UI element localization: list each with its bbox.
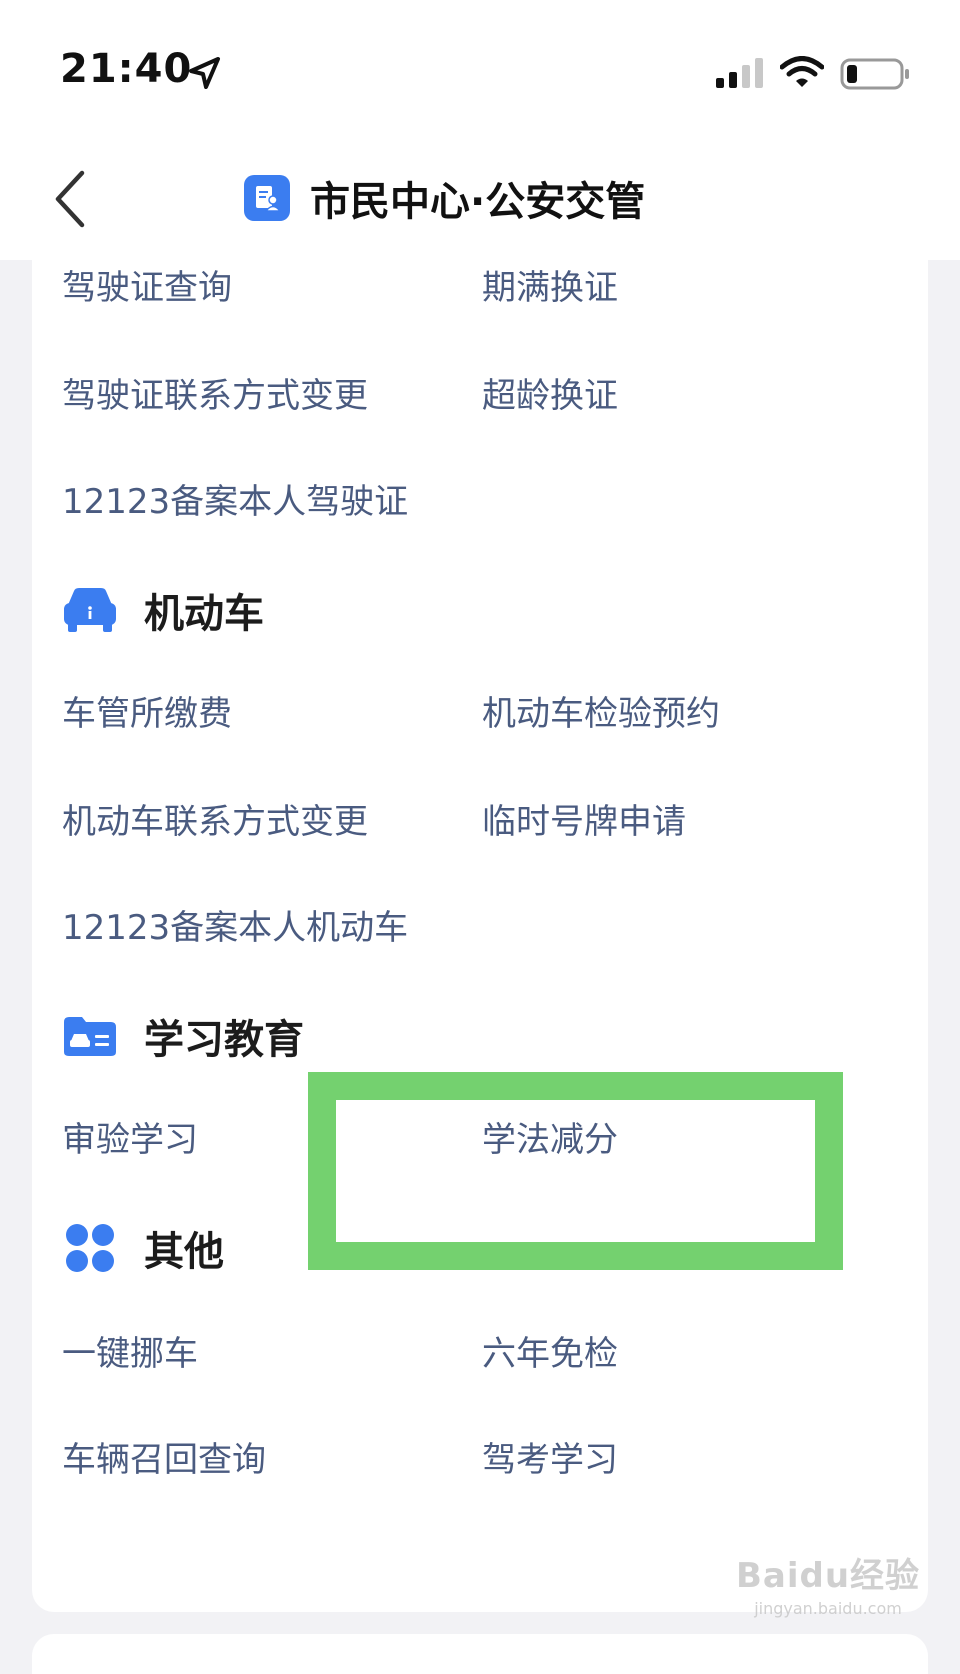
service-12123-license-record[interactable]: 12123备案本人驾驶证 bbox=[62, 474, 408, 523]
watermark-sub: jingyan.baidu.com bbox=[754, 1599, 902, 1618]
car-icon bbox=[62, 582, 118, 638]
services-card: 驾驶证查询 期满换证 驾驶证联系方式变更 超龄换证 12123备案本人驾驶证 机… bbox=[32, 260, 928, 1612]
chevron-left-icon bbox=[55, 170, 85, 228]
section-vehicle: 机动车 bbox=[62, 580, 264, 640]
highlight-annotation bbox=[308, 1072, 843, 1270]
service-one-click-move-car[interactable]: 一键挪车 bbox=[62, 1326, 198, 1375]
service-dmv-payment[interactable]: 车管所缴费 bbox=[62, 686, 232, 735]
baidu-watermark: Baidu经验 jingyan.baidu.com bbox=[736, 1548, 920, 1618]
next-card bbox=[32, 1634, 928, 1674]
service-driving-test-study[interactable]: 驾考学习 bbox=[482, 1432, 618, 1481]
service-review-study[interactable]: 审验学习 bbox=[62, 1112, 198, 1161]
section-title-education: 学习教育 bbox=[144, 1017, 304, 1063]
section-title-other: 其他 bbox=[144, 1229, 224, 1275]
service-overage-renewal[interactable]: 超龄换证 bbox=[482, 368, 618, 417]
service-expiry-renewal[interactable]: 期满换证 bbox=[482, 260, 618, 309]
service-vehicle-contact-change[interactable]: 机动车联系方式变更 bbox=[62, 794, 368, 843]
grid-dots-icon bbox=[62, 1220, 118, 1276]
section-title-vehicle: 机动车 bbox=[144, 591, 264, 637]
cellular-signal-icon bbox=[716, 58, 763, 88]
status-time: 21:40 bbox=[60, 46, 193, 92]
location-arrow-icon bbox=[189, 57, 220, 89]
battery-icon bbox=[840, 58, 909, 90]
status-bar: 21:40 bbox=[0, 0, 960, 140]
service-vehicle-recall-query[interactable]: 车辆召回查询 bbox=[62, 1432, 266, 1481]
service-temp-plate-application[interactable]: 临时号牌申请 bbox=[482, 794, 686, 843]
car-card-icon bbox=[62, 1008, 118, 1064]
service-six-year-exemption[interactable]: 六年免检 bbox=[482, 1326, 618, 1375]
wifi-icon bbox=[780, 56, 824, 87]
document-person-icon bbox=[256, 186, 282, 212]
service-license-contact-change[interactable]: 驾驶证联系方式变更 bbox=[62, 368, 368, 417]
service-12123-vehicle-record[interactable]: 12123备案本人机动车 bbox=[62, 900, 408, 949]
watermark-main: Baidu经验 bbox=[736, 1556, 921, 1596]
page-title: 市民中心·公安交管 bbox=[310, 179, 646, 225]
section-education: 学习教育 bbox=[62, 1006, 304, 1066]
citizen-center-app-icon bbox=[244, 175, 290, 221]
nav-title-group: 市民中心·公安交管 bbox=[244, 168, 645, 228]
back-button[interactable] bbox=[40, 164, 100, 234]
service-license-query[interactable]: 驾驶证查询 bbox=[62, 260, 232, 309]
service-vehicle-inspection-booking[interactable]: 机动车检验预约 bbox=[482, 686, 720, 735]
nav-bar: 市民中心·公安交管 bbox=[0, 140, 960, 260]
section-other: 其他 bbox=[62, 1218, 224, 1278]
